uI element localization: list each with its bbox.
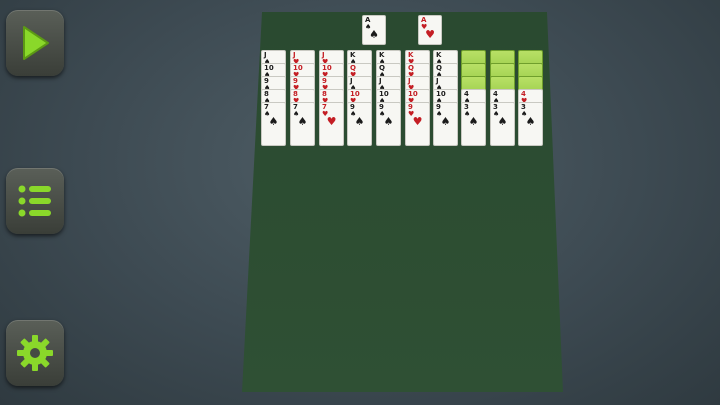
tableau-card[interactable]: 7 ♠ ♠ [261,102,286,146]
gear-icon [17,335,53,371]
card-center-pip: ♠ [369,28,379,41]
card-center-pip: ♥ [425,28,435,41]
tableau-card[interactable]: 7 ♥ ♥ [319,102,344,146]
tableau-card[interactable]: 9 ♠ ♠ [433,102,458,146]
tableau-card[interactable]: 3 ♠ ♠ [461,102,486,146]
card-center-pip: ♠ [440,115,451,128]
tableau-card[interactable]: 3 ♠ ♠ [490,102,515,146]
foundation-card[interactable]: A ♠ ♠ [362,15,386,45]
card-center-pip: ♠ [268,115,279,128]
card-center-pip: ♥ [326,115,337,128]
card-center-pip: ♠ [383,115,394,128]
play-button[interactable] [6,10,64,76]
foundation-card[interactable]: A ♥ ♥ [418,15,442,45]
card-center-pip: ♠ [497,115,508,128]
tableau-card[interactable]: 9 ♥ ♥ [405,102,430,146]
card-center-pip: ♠ [468,115,479,128]
tableau-card[interactable]: 7 ♠ ♠ [290,102,315,146]
tableau-card[interactable]: 9 ♠ ♠ [376,102,401,146]
card-center-pip: ♥ [412,115,423,128]
settings-button[interactable] [6,320,64,386]
card-center-pip: ♠ [297,115,308,128]
tableau-card[interactable]: 9 ♠ ♠ [347,102,372,146]
play-icon [23,26,49,60]
menu-icon [18,185,51,217]
card-center-pip: ♠ [525,115,536,128]
tableau-card[interactable]: 3 ♠ ♠ [518,102,543,146]
menu-button[interactable] [6,168,64,234]
card-center-pip: ♠ [354,115,365,128]
